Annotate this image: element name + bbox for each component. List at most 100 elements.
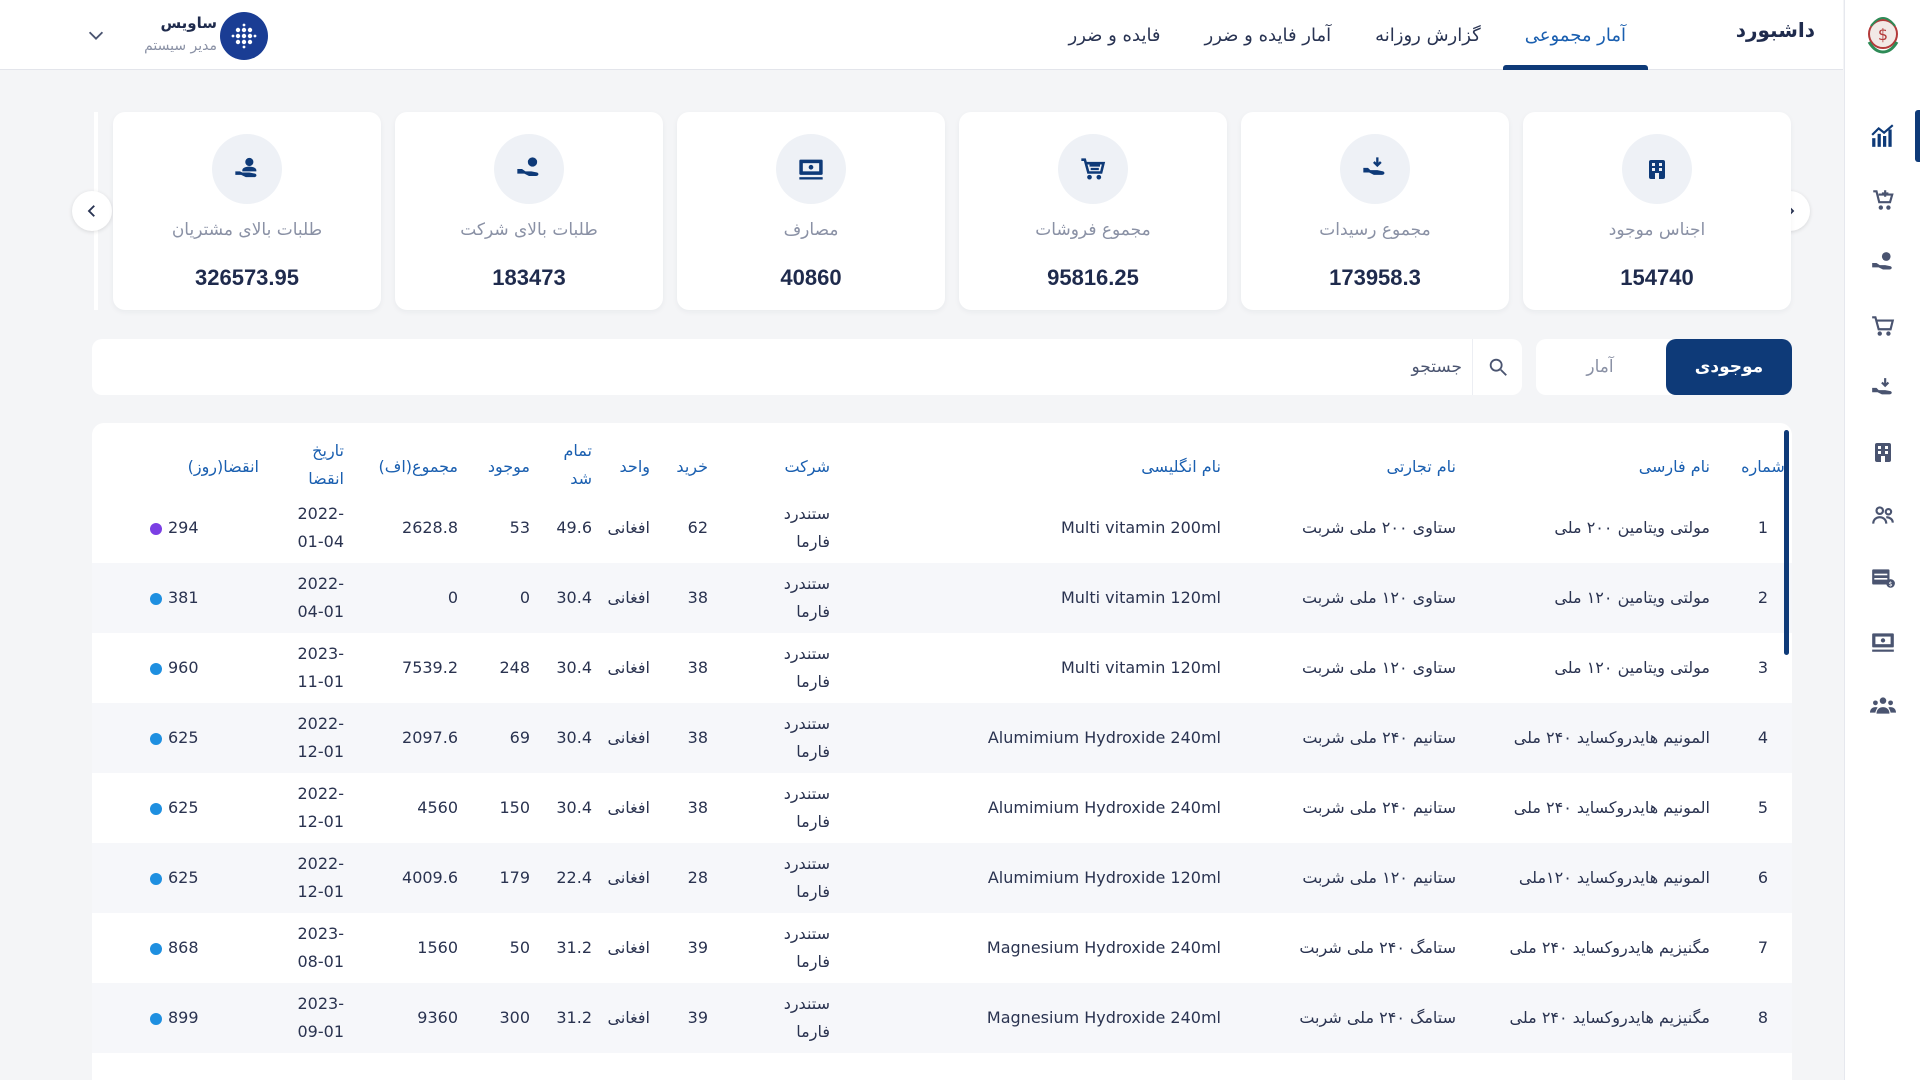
cell-cost: 31.2 [556, 938, 592, 957]
stat-card-receipts[interactable]: مجموع رسیدات 173958.3 [1241, 112, 1509, 310]
table-row[interactable]: 2 مولتی ویتامین ۱۲۰ ملی ستاوی ۱۲۰ ملی شربت… [92, 563, 1792, 633]
cell-en-name: Multi vitamin 200ml [1060, 518, 1221, 537]
status-dot [150, 522, 162, 535]
col-unit: واحد [619, 457, 650, 476]
search-icon[interactable] [1472, 339, 1522, 395]
chevron-down-icon[interactable] [85, 24, 107, 50]
cell-stock: 179 [499, 868, 530, 887]
hand-receive-icon [1340, 134, 1410, 204]
table-row[interactable]: 6 المونیم هایدروکساید ۱۲۰ملی ستانیم ۱۲۰ مل… [92, 843, 1792, 913]
stat-card-customer-debt[interactable]: طلبات بالای مشتریان 326573.95 [113, 112, 381, 310]
stat-card-sales[interactable]: مجموع فروشات 95816.25 [959, 112, 1227, 310]
table-row[interactable]: 8 مگنیزیم هایدروکساید ۲۴۰ ملی ستامگ ۲۴۰ مل… [92, 983, 1792, 1053]
cell-fa-name: المونیم هایدروکساید ۲۴۰ ملی [1513, 728, 1710, 747]
avatar[interactable] [220, 12, 268, 60]
tab-profit-loss[interactable]: فایده و ضرر [1047, 0, 1183, 70]
cell-exp-date: 2022-12-01 [297, 714, 345, 761]
status-dot [150, 872, 162, 885]
cart-plus-icon[interactable] [1869, 186, 1897, 214]
exp-days-value: 625 [168, 798, 199, 817]
sidebar: $ $ [1844, 0, 1920, 1080]
cell-stock: 300 [499, 1008, 530, 1027]
cell-total: 7539.2 [402, 658, 458, 677]
hand-coin-icon[interactable] [1869, 249, 1897, 277]
cash-icon[interactable] [1869, 628, 1897, 656]
tab-overall-stats[interactable]: آمار مجموعی [1502, 0, 1649, 70]
cell-en-name: Alumimium Hydroxide 240ml [987, 728, 1221, 747]
tab-bar: آمار مجموعی گزارش روزانه آمار فایده و ضر… [1047, 0, 1649, 70]
cell-exp-date: 2023-09-01 [297, 994, 345, 1041]
cell-exp-days: 625 [150, 724, 250, 752]
cell-cost: 49.6 [556, 518, 592, 537]
table-row[interactable]: 1 مولتی ویتامین ۲۰۰ ملی ستاوی ۲۰۰ ملی شربت… [92, 493, 1792, 563]
search-input[interactable] [122, 347, 1462, 387]
cell-num: 5 [1757, 798, 1769, 817]
cell-exp-date: 2022-12-01 [297, 854, 345, 901]
cell-buy: 38 [687, 798, 708, 817]
tab-daily-report[interactable]: گزارش روزانه [1353, 0, 1503, 70]
cell-unit: افغانی [607, 1008, 650, 1027]
table-scrollbar[interactable] [1784, 430, 1789, 655]
hand-receive-icon[interactable] [1869, 375, 1897, 403]
cell-exp-days: 625 [150, 864, 250, 892]
toggle-inventory[interactable]: موجودی [1666, 339, 1792, 395]
stat-label: مصارف [783, 220, 839, 240]
cell-num: 7 [1757, 938, 1769, 957]
cell-cost: 30.4 [556, 658, 592, 677]
cell-stock: 0 [519, 588, 530, 607]
cell-buy: 38 [687, 728, 708, 747]
tab-profit-loss-stats[interactable]: آمار فایده و ضرر [1183, 0, 1354, 70]
exp-days-value: 868 [168, 938, 199, 957]
table-row[interactable]: 5 المونیم هایدروکساید ۲۴۰ ملی ستانیم ۲۴۰ م… [92, 773, 1792, 843]
users-icon[interactable] [1869, 501, 1897, 529]
cell-fa-name: مولتی ویتامین ۱۲۰ ملی [1554, 658, 1710, 677]
cell-trade-name: ستانیم ۲۴۰ ملی شربت [1302, 798, 1456, 817]
cell-unit: افغانی [607, 798, 650, 817]
cell-stock: 69 [509, 728, 530, 747]
stat-card-expenses[interactable]: مصارف 40860 [677, 112, 945, 310]
table-row[interactable]: 4 المونیم هایدروکساید ۲۴۰ ملی ستانیم ۲۴۰ م… [92, 703, 1792, 773]
cell-total: 2097.6 [402, 728, 458, 747]
cell-num: 3 [1757, 658, 1769, 677]
cell-buy: 38 [687, 658, 708, 677]
svg-text:$: $ [1878, 25, 1888, 44]
group-icon[interactable] [1869, 691, 1897, 719]
cell-cost: 22.4 [556, 868, 592, 887]
cell-exp-date: 2022-12-01 [297, 784, 345, 831]
col-en-name: نام انگلیسی [1141, 457, 1221, 476]
col-trade-name: نام تجارتی [1386, 457, 1457, 476]
col-buy: خرید [676, 457, 708, 476]
stat-label: مجموع فروشات [1035, 220, 1151, 240]
toggle-stats[interactable]: آمار [1536, 339, 1664, 395]
exp-days-value: 625 [168, 868, 199, 887]
stat-card-stock[interactable]: اجناس موجود 154740 [1523, 112, 1791, 310]
cell-exp-days: 899 [150, 1004, 250, 1032]
table-row[interactable]: 3 مولتی ویتامین ۱۲۰ ملی ستاوی ۱۲۰ ملی شربت… [92, 633, 1792, 703]
cart-icon[interactable] [1869, 312, 1897, 340]
inventory-table: شماره نام فارسی نام تجارتی نام انگلیسی ش… [92, 423, 1792, 1080]
exp-days-value: 625 [168, 728, 199, 747]
cell-company: ستندرد فارما [783, 924, 830, 971]
cell-en-name: Multi vitamin 120ml [1060, 588, 1221, 607]
search-bar [92, 339, 1522, 395]
svg-text:$: $ [1889, 580, 1893, 588]
money-table-icon[interactable]: $ [1869, 564, 1897, 592]
cell-cost: 30.4 [556, 588, 592, 607]
chart-icon[interactable] [1869, 122, 1897, 150]
page-title: داشبورد [1735, 18, 1815, 42]
stat-value: 326573.95 [195, 265, 299, 290]
cell-total: 9360 [417, 1008, 458, 1027]
cell-total: 2628.8 [402, 518, 458, 537]
cell-stock: 150 [499, 798, 530, 817]
cell-exp-date: 2023-08-01 [297, 924, 345, 971]
table-row[interactable]: 7 مگنیزیم هایدروکساید ۲۴۰ ملی ستامگ ۲۴۰ مل… [92, 913, 1792, 983]
cell-exp-days: 294 [150, 514, 250, 542]
cell-total: 1560 [417, 938, 458, 957]
building-icon[interactable] [1869, 438, 1897, 466]
cell-exp-date: 2023-11-01 [297, 644, 345, 691]
cell-unit: افغانی [607, 938, 650, 957]
app-logo[interactable]: $ [1861, 12, 1905, 56]
stat-card-company-debt[interactable]: طلبات بالای شرکت 183473 [395, 112, 663, 310]
cell-en-name: Alumimium Hydroxide 120ml [987, 868, 1221, 887]
cell-fa-name: المونیم هایدروکساید ۱۲۰ملی [1518, 868, 1710, 887]
